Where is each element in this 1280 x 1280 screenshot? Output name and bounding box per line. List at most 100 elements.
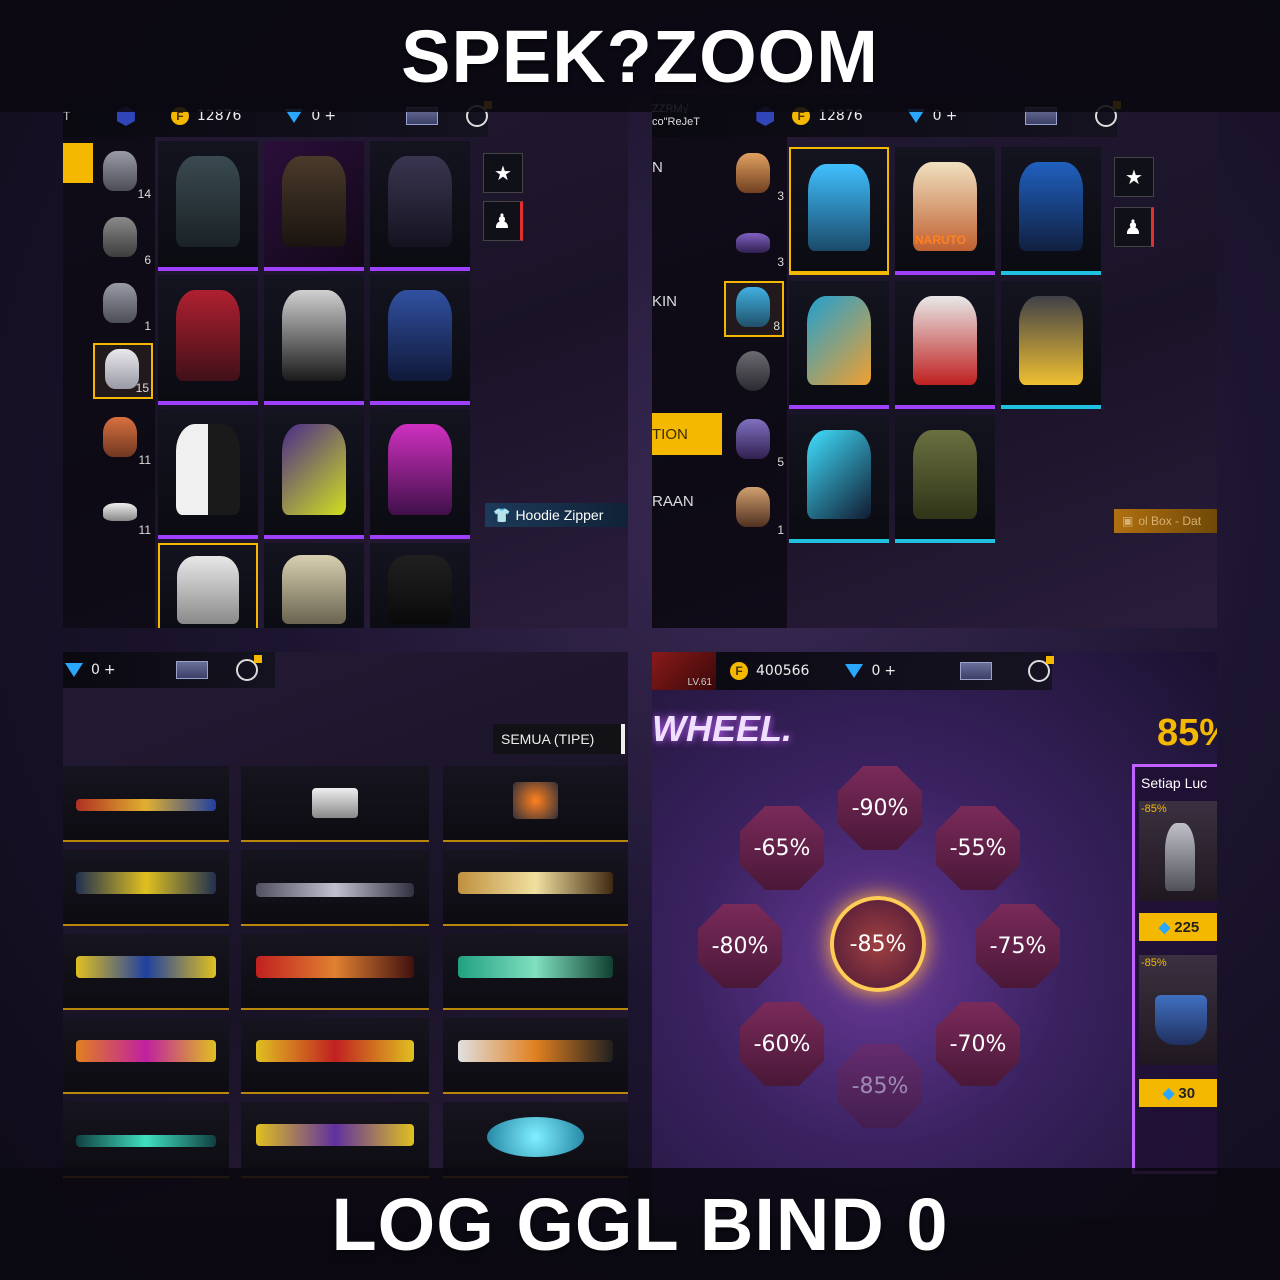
skirt-icon bbox=[1155, 995, 1207, 1045]
weapon-item[interactable] bbox=[63, 766, 229, 842]
sidebar-item-tops[interactable]: 15 bbox=[93, 343, 153, 399]
sidebar-item-skin[interactable]: 3 bbox=[726, 215, 786, 271]
sidebar-item-glasses[interactable]: 6 bbox=[93, 213, 153, 269]
inventory-item[interactable] bbox=[370, 275, 470, 405]
inventory-item[interactable] bbox=[264, 409, 364, 539]
inventory-item[interactable] bbox=[895, 415, 995, 543]
inventory-item[interactable] bbox=[158, 409, 258, 539]
weapon-item[interactable] bbox=[241, 1018, 429, 1094]
type-filter-dropdown[interactable]: SEMUA (TIPE) bbox=[493, 724, 625, 754]
sidebar-item-map[interactable]: 8 bbox=[724, 281, 784, 337]
diamond-icon bbox=[65, 663, 83, 677]
star-icon: ★ bbox=[1125, 166, 1143, 189]
sidebar-item-shoes[interactable]: 11 bbox=[93, 483, 153, 539]
top-up-button[interactable]: + bbox=[884, 663, 896, 679]
inventory-item[interactable] bbox=[370, 409, 470, 539]
inventory-item[interactable] bbox=[1001, 281, 1101, 409]
weapon-item[interactable] bbox=[443, 1018, 628, 1094]
inventory-item[interactable] bbox=[789, 281, 889, 409]
favorite-button[interactable]: ★ bbox=[483, 153, 523, 193]
wheel-slot: -70% bbox=[936, 1002, 1020, 1086]
discount-offer-panel: Setiap Luc -85% ◆ 225 -85% ◆ 30 bbox=[1132, 764, 1217, 1174]
mannequin-icon: ♟ bbox=[1124, 216, 1142, 239]
weapon-item[interactable] bbox=[241, 850, 429, 926]
offer-item-card[interactable]: -85% bbox=[1139, 955, 1217, 1065]
wheel-slot: -60% bbox=[740, 1002, 824, 1086]
weapon-item[interactable] bbox=[241, 766, 429, 842]
weapon-item[interactable] bbox=[443, 934, 628, 1010]
diamond-balance: 0 bbox=[871, 663, 881, 679]
offer-item-card[interactable]: -85% bbox=[1139, 801, 1217, 901]
weapon-inventory-panel: 0 + SEMUA (TIPE) bbox=[63, 652, 628, 1217]
character-icon bbox=[1165, 823, 1195, 891]
coin-balance: 400566 bbox=[756, 663, 810, 679]
category-sidebar: N KIN TION RAAN 3 3 8 5 1 bbox=[652, 137, 787, 628]
inventory-item[interactable] bbox=[370, 543, 470, 628]
inventory-item-selected[interactable] bbox=[789, 147, 889, 275]
inventory-item[interactable] bbox=[264, 275, 364, 405]
item-name-tag: ▣ ol Box - Dat bbox=[1114, 509, 1217, 533]
currency-bar: LV.61 F 400566 0 + bbox=[652, 652, 1055, 690]
top-up-button[interactable]: + bbox=[104, 662, 116, 678]
inventory-item[interactable] bbox=[370, 141, 470, 271]
gift-icon[interactable] bbox=[1028, 656, 1055, 682]
weapon-item[interactable] bbox=[63, 1018, 229, 1094]
player-avatar[interactable]: LV.61 bbox=[652, 652, 716, 690]
banner-title: SPEK?ZOOM bbox=[401, 14, 879, 98]
weapon-item[interactable] bbox=[443, 850, 628, 926]
weapon-item[interactable] bbox=[443, 1102, 628, 1178]
inventory-item[interactable] bbox=[895, 281, 995, 409]
top-banner: SPEK?ZOOM bbox=[0, 0, 1280, 112]
weapon-item[interactable] bbox=[63, 1102, 229, 1178]
weapon-item[interactable] bbox=[63, 850, 229, 926]
mannequin-button[interactable]: ♟ bbox=[483, 201, 523, 241]
coin-icon: F bbox=[730, 662, 748, 680]
sidebar-item-backpack[interactable]: 3 bbox=[726, 149, 786, 205]
diamond-icon bbox=[845, 664, 864, 678]
inventory-item[interactable] bbox=[789, 415, 889, 543]
inventory-item[interactable] bbox=[1001, 147, 1101, 275]
wheel-slot: -85% bbox=[838, 1044, 922, 1128]
wheel-slot: -65% bbox=[740, 806, 824, 890]
category-label[interactable]: RAAN bbox=[652, 493, 694, 510]
sidebar-item-head[interactable]: 1 bbox=[93, 279, 153, 335]
wheel-center-button[interactable]: -85% bbox=[830, 896, 926, 992]
diamond-icon: ◆ bbox=[1158, 919, 1171, 936]
favorite-button[interactable]: ★ bbox=[1114, 157, 1154, 197]
star-icon: ★ bbox=[494, 162, 512, 185]
offer-price-button[interactable]: ◆ 225 bbox=[1139, 913, 1217, 941]
shirt-icon: 👕 bbox=[493, 506, 511, 523]
headline-discount: 85% bbox=[1157, 712, 1217, 754]
inventory-item-selected[interactable] bbox=[158, 543, 258, 628]
category-sidebar: 14 6 1 15 11 11 bbox=[63, 137, 155, 628]
active-category-marker[interactable] bbox=[63, 143, 93, 183]
active-category[interactable]: TION bbox=[652, 413, 722, 455]
currency-bar: 0 + bbox=[63, 652, 275, 688]
sidebar-item-bottoms[interactable]: 11 bbox=[93, 413, 153, 469]
weapon-item[interactable] bbox=[63, 934, 229, 1010]
gift-icon[interactable] bbox=[235, 655, 262, 681]
weapon-item[interactable] bbox=[241, 1102, 429, 1178]
offer-price-button[interactable]: ◆ 30 bbox=[1139, 1079, 1217, 1107]
category-label[interactable]: N bbox=[652, 159, 663, 176]
inventory-item[interactable] bbox=[158, 141, 258, 271]
mannequin-icon: ♟ bbox=[493, 210, 511, 233]
inventory-item[interactable] bbox=[264, 141, 364, 271]
mannequin-button[interactable]: ♟ bbox=[1114, 207, 1154, 247]
sidebar-item-weapon[interactable]: 5 bbox=[726, 415, 786, 471]
weapon-item[interactable] bbox=[443, 766, 628, 842]
elite-pass-icon[interactable] bbox=[960, 662, 993, 680]
wheel-slot: -90% bbox=[838, 766, 922, 850]
vault-items-panel: ZZRM√ co"ReJeT F 12876 0 + N KIN TION RA… bbox=[652, 95, 1217, 628]
sidebar-item-card[interactable]: 1 bbox=[726, 483, 786, 539]
bottom-banner: LOG GGL BIND 0 bbox=[0, 1168, 1280, 1280]
weapon-item[interactable] bbox=[241, 934, 429, 1010]
diamond-balance: 0 bbox=[91, 662, 100, 678]
inventory-item[interactable] bbox=[264, 543, 364, 628]
sidebar-item-emblem[interactable] bbox=[726, 347, 786, 403]
inventory-item[interactable]: NARUTO bbox=[895, 147, 995, 275]
inventory-item[interactable] bbox=[158, 275, 258, 405]
category-label[interactable]: KIN bbox=[652, 293, 677, 310]
sidebar-item-mask[interactable]: 14 bbox=[93, 147, 153, 203]
elite-pass-icon[interactable] bbox=[175, 661, 208, 679]
